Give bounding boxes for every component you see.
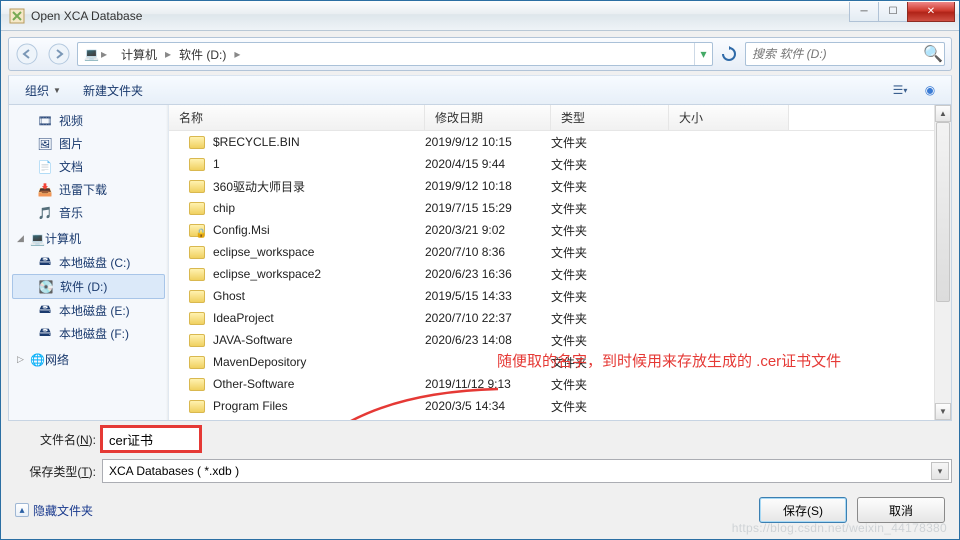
sidebar-item[interactable]: 📄文档 <box>9 155 168 178</box>
view-button[interactable]: ☰▾ <box>887 79 913 101</box>
app-icon <box>9 8 25 24</box>
folder-icon <box>189 312 205 325</box>
sidebar-item[interactable]: 🎞视频 <box>9 109 168 132</box>
lib-icon: 📥 <box>37 182 53 198</box>
filetype-label: 保存类型(T): <box>8 463 96 480</box>
lib-icon: 📄 <box>37 159 53 175</box>
col-name[interactable]: 名称 <box>169 105 425 130</box>
window-title: Open XCA Database <box>31 9 850 23</box>
maximize-button[interactable]: ☐ <box>878 2 908 22</box>
drive-icon: 🖴 <box>37 255 53 271</box>
drive-icon: 💽 <box>38 279 54 295</box>
minimize-button[interactable]: ─ <box>849 2 879 22</box>
table-row[interactable]: MavenDepository文件夹 <box>169 351 951 373</box>
search-icon[interactable]: 🔍 <box>922 44 944 64</box>
window-buttons: ─ ☐ ✕ <box>850 2 955 22</box>
sidebar-network[interactable]: ▷🌐网络 <box>9 347 168 372</box>
footer: ▴隐藏文件夹 保存(S) 取消 <box>1 491 959 523</box>
table-row[interactable]: Config.Msi2020/3/21 9:02文件夹 <box>169 219 951 241</box>
save-button[interactable]: 保存(S) <box>759 497 847 523</box>
col-size[interactable]: 大小 <box>669 105 789 130</box>
filename-label: 文件名(N): <box>8 431 96 448</box>
watermark: https://blog.csdn.net/weixin_44178380 <box>732 521 947 535</box>
address-bar[interactable]: 💻▸ 计算机▸ 软件 (D:)▸ ▾ <box>77 42 713 66</box>
lib-icon: 🎵 <box>37 205 53 221</box>
nav-bar: 💻▸ 计算机▸ 软件 (D:)▸ ▾ 🔍 <box>8 37 952 71</box>
scrollbar[interactable]: ▲ ▼ <box>934 105 951 420</box>
filetype-value: XCA Databases ( *.xdb ) <box>109 464 239 478</box>
folder-icon <box>189 136 205 149</box>
folder-icon <box>189 158 205 171</box>
table-row[interactable]: Other-Software2019/11/12 9:13文件夹 <box>169 373 951 395</box>
sidebar-drive[interactable]: 🖴本地磁盘 (C:) <box>9 251 168 274</box>
sidebar: 🎞视频🖼图片📄文档📥迅雷下载🎵音乐 ◢💻计算机 🖴本地磁盘 (C:)💽软件 (D… <box>9 105 169 420</box>
lib-icon: 🖼 <box>37 136 53 152</box>
column-header: 名称 修改日期 类型 大小 <box>169 105 951 131</box>
titlebar: Open XCA Database ─ ☐ ✕ <box>1 1 959 31</box>
organize-menu[interactable]: 组织▼ <box>17 80 69 101</box>
table-row[interactable]: JAVA-Software2020/6/23 14:08文件夹 <box>169 329 951 351</box>
table-row[interactable]: 360驱动大师目录2019/9/12 10:18文件夹 <box>169 175 951 197</box>
sidebar-drive[interactable]: 🖴本地磁盘 (E:) <box>9 299 168 322</box>
folder-icon <box>189 334 205 347</box>
sidebar-drive[interactable]: 🖴本地磁盘 (F:) <box>9 322 168 345</box>
scroll-up[interactable]: ▲ <box>935 105 951 122</box>
sidebar-item[interactable]: 📥迅雷下载 <box>9 178 168 201</box>
folder-icon <box>189 180 205 193</box>
table-row[interactable]: Ghost2019/5/15 14:33文件夹 <box>169 285 951 307</box>
table-row[interactable]: IdeaProject2020/7/10 22:37文件夹 <box>169 307 951 329</box>
lib-icon: 🎞 <box>37 113 53 129</box>
back-button[interactable] <box>13 41 41 67</box>
filetype-field[interactable]: XCA Databases ( *.xdb ) ▾ <box>102 459 952 483</box>
drive-icon: 🖴 <box>37 303 53 319</box>
close-button[interactable]: ✕ <box>907 2 955 22</box>
breadcrumb-drive[interactable]: 软件 (D:) <box>173 43 232 65</box>
table-row[interactable]: $RECYCLE.BIN2019/9/12 10:15文件夹 <box>169 131 951 153</box>
sidebar-item[interactable]: 🎵音乐 <box>9 201 168 224</box>
toolbar: 组织▼ 新建文件夹 ☰▾ ◉ <box>8 75 952 105</box>
table-row[interactable]: eclipse_workspace2020/7/10 8:36文件夹 <box>169 241 951 263</box>
filename-field[interactable] <box>102 427 200 451</box>
file-pane: 名称 修改日期 类型 大小 $RECYCLE.BIN2019/9/12 10:1… <box>169 105 951 420</box>
body: 🎞视频🖼图片📄文档📥迅雷下载🎵音乐 ◢💻计算机 🖴本地磁盘 (C:)💽软件 (D… <box>8 105 952 421</box>
address-dropdown[interactable]: ▾ <box>694 43 712 65</box>
folder-icon <box>189 356 205 369</box>
scroll-thumb[interactable] <box>936 122 950 302</box>
refresh-button[interactable] <box>717 42 741 66</box>
col-date[interactable]: 修改日期 <box>425 105 551 130</box>
search-input[interactable] <box>746 47 922 61</box>
form-area: 文件名(N): 保存类型(T): XCA Databases ( *.xdb )… <box>8 427 952 483</box>
search-box[interactable]: 🔍 <box>745 42 945 66</box>
filetype-dropdown[interactable]: ▾ <box>931 462 949 480</box>
table-row[interactable]: Program Files2020/3/5 14:34文件夹 <box>169 395 951 417</box>
folder-icon <box>189 224 205 237</box>
scroll-down[interactable]: ▼ <box>935 403 951 420</box>
table-row[interactable]: 12020/4/15 9:44文件夹 <box>169 153 951 175</box>
new-folder-button[interactable]: 新建文件夹 <box>75 80 151 101</box>
computer-icon: 💻 <box>84 47 99 61</box>
help-button[interactable]: ◉ <box>917 79 943 101</box>
table-row[interactable]: chip2019/7/15 15:29文件夹 <box>169 197 951 219</box>
table-row[interactable]: eclipse_workspace22020/6/23 16:36文件夹 <box>169 263 951 285</box>
breadcrumb-computer[interactable]: 计算机 <box>115 43 163 65</box>
sidebar-item[interactable]: 🖼图片 <box>9 132 168 155</box>
hide-folders-link[interactable]: ▴隐藏文件夹 <box>15 502 93 519</box>
folder-icon <box>189 246 205 259</box>
folder-icon <box>189 400 205 413</box>
sidebar-drive[interactable]: 💽软件 (D:) <box>12 274 165 299</box>
folder-icon <box>189 378 205 391</box>
filename-input[interactable] <box>109 432 193 447</box>
cancel-button[interactable]: 取消 <box>857 497 945 523</box>
dialog-window: Open XCA Database ─ ☐ ✕ 💻▸ 计算机▸ 软件 (D:)▸… <box>0 0 960 540</box>
sidebar-computer[interactable]: ◢💻计算机 <box>9 226 168 251</box>
folder-icon <box>189 268 205 281</box>
file-list[interactable]: $RECYCLE.BIN2019/9/12 10:15文件夹12020/4/15… <box>169 131 951 420</box>
drive-icon: 🖴 <box>37 326 53 342</box>
table-row[interactable]: 文件夹 <box>169 417 951 420</box>
forward-button[interactable] <box>45 41 73 67</box>
col-type[interactable]: 类型 <box>551 105 669 130</box>
folder-icon <box>189 202 205 215</box>
folder-icon <box>189 290 205 303</box>
